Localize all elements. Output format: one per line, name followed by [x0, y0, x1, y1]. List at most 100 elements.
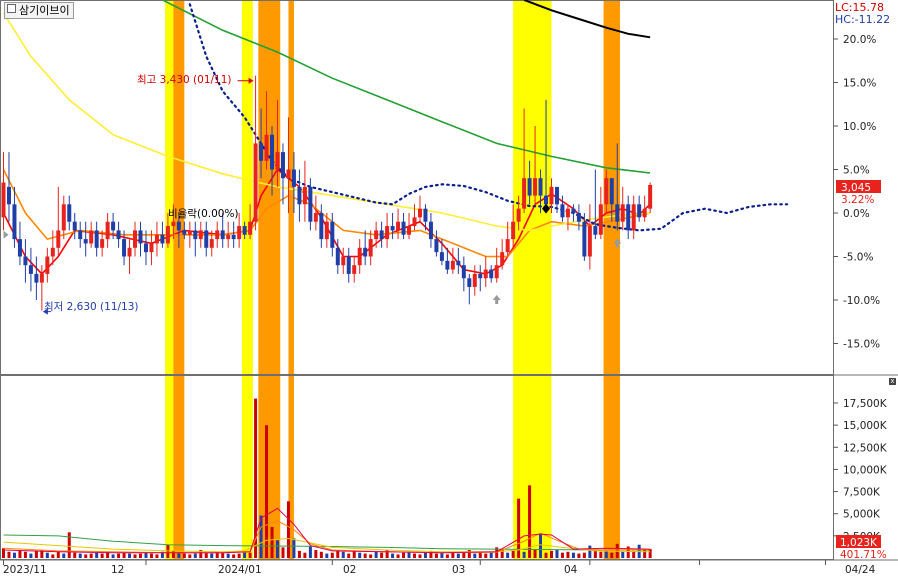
candle-body [631, 204, 636, 231]
candle-body [412, 217, 417, 227]
candle-body [483, 269, 488, 279]
last-price-label: 3,045 [841, 182, 871, 194]
candle-body [28, 265, 33, 274]
candle-body [253, 143, 258, 222]
candle-body [428, 221, 433, 240]
stock-name: 삼기이브이 [19, 4, 70, 17]
candle-body [138, 230, 143, 244]
candle-body [94, 230, 99, 248]
ratio-note: 비율락(0.00%) [168, 208, 239, 220]
volume-bar [89, 553, 93, 558]
y-tick-label: 15.0% [843, 78, 876, 90]
candle-body [368, 239, 373, 257]
y-tick-label: 10.0% [843, 121, 876, 133]
volume-bar [506, 552, 510, 558]
candle-body [264, 134, 269, 161]
volume-bar [423, 552, 427, 558]
stock-name-box[interactable]: 삼기이브이 [4, 2, 74, 19]
volume-bar [347, 553, 351, 558]
candle-body [270, 134, 275, 170]
candle-body [352, 265, 357, 274]
candle-body [160, 234, 165, 244]
volume-bar [149, 553, 153, 558]
volume-bar [193, 553, 197, 558]
volume-bar [34, 550, 38, 558]
candle-body [439, 252, 444, 261]
candle-body [215, 230, 220, 240]
candle-body [571, 208, 576, 213]
candle-body [390, 226, 395, 231]
x-tick-label: 12 [111, 564, 124, 576]
volume-bar [544, 552, 548, 558]
volume-bar [204, 552, 208, 558]
volume-bar [270, 527, 274, 558]
candle-body [61, 204, 66, 231]
candle-body [127, 247, 132, 257]
volume-bar [221, 552, 225, 558]
candle-body [478, 273, 483, 279]
volume-tick-label: 12,500K [843, 442, 888, 454]
hc-label: HC:-11.22 [835, 13, 891, 26]
candle-body [198, 230, 203, 240]
last-change-label: 3.22% [841, 194, 874, 206]
candle-body [324, 221, 329, 240]
high-note: 최고 3,430 (01/11) [137, 74, 232, 86]
volume-bar [363, 553, 367, 558]
volume-bar [571, 552, 575, 558]
candle-body [494, 265, 499, 279]
volume-bar [62, 553, 66, 558]
volume-bar [111, 554, 115, 558]
volume-bar [560, 552, 564, 558]
volume-bar [396, 554, 400, 558]
volume-bar [341, 551, 345, 558]
candle-body [231, 234, 236, 240]
volume-bar [56, 551, 60, 558]
volume-bar [402, 552, 406, 558]
candle-body [450, 260, 455, 270]
volume-bar [286, 501, 290, 558]
volume-bar [593, 550, 597, 558]
volume-bar [122, 552, 126, 558]
volume-bar [297, 550, 301, 558]
candle-body [637, 204, 642, 218]
volume-bar [18, 550, 22, 558]
volume-tick-label: 7,500K [843, 487, 881, 499]
candle-body [39, 273, 44, 283]
candle-body [363, 247, 368, 257]
volume-bar [237, 553, 241, 558]
x-tick-label: 2024/01 [218, 564, 262, 576]
candle-body [313, 213, 318, 222]
candle-body [291, 169, 296, 187]
candle-body [434, 239, 439, 253]
volume-bar [292, 538, 296, 558]
volume-bar [582, 552, 586, 558]
last-volume-label: 1,023K [840, 537, 878, 549]
volume-bar [358, 552, 362, 558]
close-icon[interactable]: x [889, 378, 896, 385]
volume-bar [484, 553, 488, 558]
candle-body [220, 230, 225, 240]
candle-body [335, 247, 340, 266]
stock-chart-canvas: 20.0% 15.0% 10.0% 5.0% 0.0% -5.0% -10.0% -15.0%… [0, 0, 898, 580]
candle-body [83, 239, 88, 244]
volume-bar [51, 554, 55, 558]
highlight-band [241, 1, 253, 559]
candle-body [620, 204, 625, 222]
volume-bar [171, 550, 175, 558]
volume-bar [210, 553, 214, 558]
candle-body [297, 186, 302, 205]
candle-body [549, 186, 554, 205]
candle-body [456, 260, 461, 266]
checkbox-icon[interactable] [7, 4, 16, 13]
candle-body [565, 208, 570, 218]
volume-bar [325, 553, 329, 558]
candle-body [554, 186, 559, 205]
candle-body [626, 204, 631, 231]
volume-bar [380, 552, 384, 558]
candle-body [89, 230, 94, 244]
candle-body [500, 252, 505, 266]
candle-body [598, 204, 603, 235]
candle-body [17, 239, 22, 257]
volume-bar [577, 553, 581, 558]
volume-tick-label: 17,500K [843, 398, 888, 410]
